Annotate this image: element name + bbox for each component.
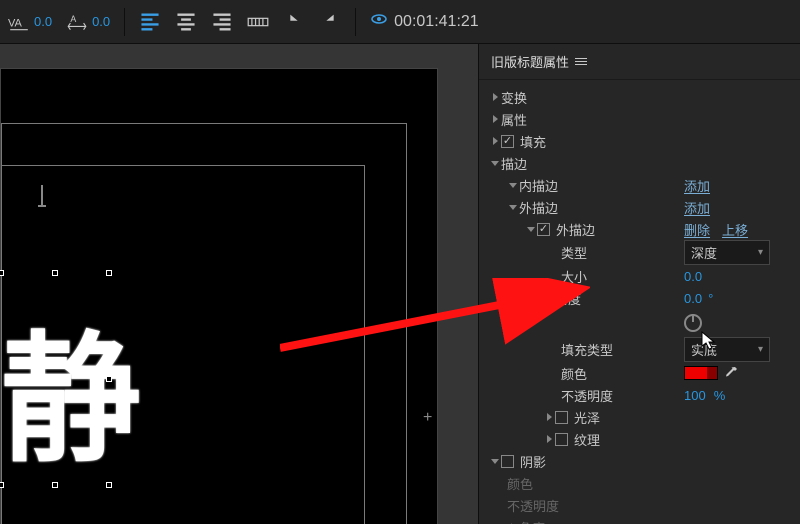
color-row: 颜色	[479, 362, 800, 384]
timecode-display[interactable]: 00:01:41:21	[370, 10, 479, 33]
leading-field[interactable]: A 0.0	[66, 11, 110, 33]
stroke-size-value[interactable]: 0.0	[684, 269, 702, 284]
handle-mid-right[interactable]	[106, 376, 112, 382]
handle-top-right[interactable]	[106, 270, 112, 276]
handle-top-left[interactable]	[0, 270, 4, 276]
shadow-opacity-row: 不透明度	[479, 494, 800, 516]
opacity-row: 不透明度 100%	[479, 384, 800, 406]
move-up-link[interactable]: 上移	[722, 220, 748, 239]
twirl-open-icon[interactable]	[543, 292, 555, 304]
handle-bot-mid[interactable]	[52, 482, 58, 488]
handle-bot-left[interactable]	[0, 482, 4, 488]
panel-title: 旧版标题属性	[491, 52, 569, 71]
handle-top-mid[interactable]	[52, 270, 58, 276]
twirl-closed-icon[interactable]	[489, 113, 501, 125]
align-center-icon[interactable]	[175, 11, 197, 33]
separator	[124, 8, 125, 36]
shadow-angle-row[interactable]: 角度	[479, 516, 800, 524]
leading-icon: A	[66, 11, 88, 33]
fill-type-row: 填充类型 实底▾	[479, 337, 800, 362]
outer-stroke-checkbox[interactable]	[537, 223, 550, 236]
align-left-icon[interactable]	[139, 11, 161, 33]
title-properties-panel: 旧版标题属性 变换 属性 填充 描边 内描边	[478, 44, 800, 524]
twirl-open-icon[interactable]	[489, 455, 501, 467]
angle-dial-row	[479, 309, 800, 337]
angle-dial[interactable]	[684, 314, 702, 332]
text-caret	[41, 185, 43, 205]
svg-text:A: A	[70, 14, 76, 24]
tab-ruler-icon[interactable]	[247, 11, 269, 33]
stroke-angle-row[interactable]: 角度 0.0°	[479, 287, 800, 309]
kerning-value[interactable]: 0.0	[34, 14, 52, 29]
program-monitor[interactable]: 静 +	[0, 44, 478, 524]
leading-value[interactable]: 0.0	[92, 14, 110, 29]
separator	[355, 8, 356, 36]
section-properties[interactable]: 属性	[479, 108, 800, 130]
kerning-icon: VA	[8, 11, 30, 33]
align-right-icon[interactable]	[211, 11, 233, 33]
eyedropper-icon[interactable]	[724, 366, 738, 380]
twirl-open-icon[interactable]	[489, 157, 501, 169]
section-shadow[interactable]: 阴影	[479, 450, 800, 472]
outer-strokes-group[interactable]: 外描边 添加	[479, 196, 800, 218]
panel-menu-icon[interactable]	[575, 58, 587, 65]
shadow-color-row: 颜色	[479, 472, 800, 494]
shadow-checkbox[interactable]	[501, 455, 514, 468]
texture-row[interactable]: 纹理	[479, 428, 800, 450]
twirl-open-icon[interactable]	[507, 179, 519, 191]
add-inner-stroke-link[interactable]: 添加	[684, 176, 710, 195]
sheen-checkbox[interactable]	[555, 411, 568, 424]
twirl-closed-icon[interactable]	[543, 433, 555, 445]
visibility-eye-icon	[370, 10, 388, 33]
stroke-type-row: 类型 深度▾	[479, 240, 800, 265]
kerning-field[interactable]: VA 0.0	[8, 11, 52, 33]
selection-handles[interactable]	[1, 273, 109, 485]
twirl-closed-icon[interactable]	[489, 91, 501, 103]
add-outer-stroke-link[interactable]: 添加	[684, 198, 710, 217]
stroke-type-dropdown[interactable]: 深度▾	[684, 240, 770, 265]
delete-stroke-link[interactable]: 删除	[684, 220, 710, 239]
color-swatch[interactable]	[684, 366, 718, 380]
timecode-value[interactable]: 00:01:41:21	[394, 13, 479, 31]
twirl-open-icon[interactable]	[525, 223, 537, 235]
canvas[interactable]: 静 +	[0, 68, 438, 524]
svg-text:VA: VA	[8, 17, 23, 29]
toolbar: VA 0.0 A 0.0 00:01:41:21	[0, 0, 800, 44]
opacity-value[interactable]: 100	[684, 388, 706, 403]
anchor-crosshair: +	[423, 409, 432, 427]
section-strokes[interactable]: 描边	[479, 152, 800, 174]
inner-strokes-group[interactable]: 内描边 添加	[479, 174, 800, 196]
twirl-closed-icon[interactable]	[489, 135, 501, 147]
sheen-row[interactable]: 光泽	[479, 406, 800, 428]
fill-checkbox[interactable]	[501, 135, 514, 148]
tab-left-icon[interactable]	[283, 11, 305, 33]
handle-bot-right[interactable]	[106, 482, 112, 488]
section-fill[interactable]: 填充	[479, 130, 800, 152]
fill-type-dropdown[interactable]: 实底▾	[684, 337, 770, 362]
tab-right-icon[interactable]	[319, 11, 341, 33]
panel-header: 旧版标题属性	[479, 44, 800, 80]
twirl-closed-icon[interactable]	[543, 411, 555, 423]
twirl-open-icon[interactable]	[507, 201, 519, 213]
texture-checkbox[interactable]	[555, 433, 568, 446]
stroke-angle-value[interactable]: 0.0	[684, 291, 702, 306]
stroke-size-row: 大小 0.0	[479, 265, 800, 287]
outer-stroke-item[interactable]: 外描边 删除 上移	[479, 218, 800, 240]
section-transform[interactable]: 变换	[479, 86, 800, 108]
